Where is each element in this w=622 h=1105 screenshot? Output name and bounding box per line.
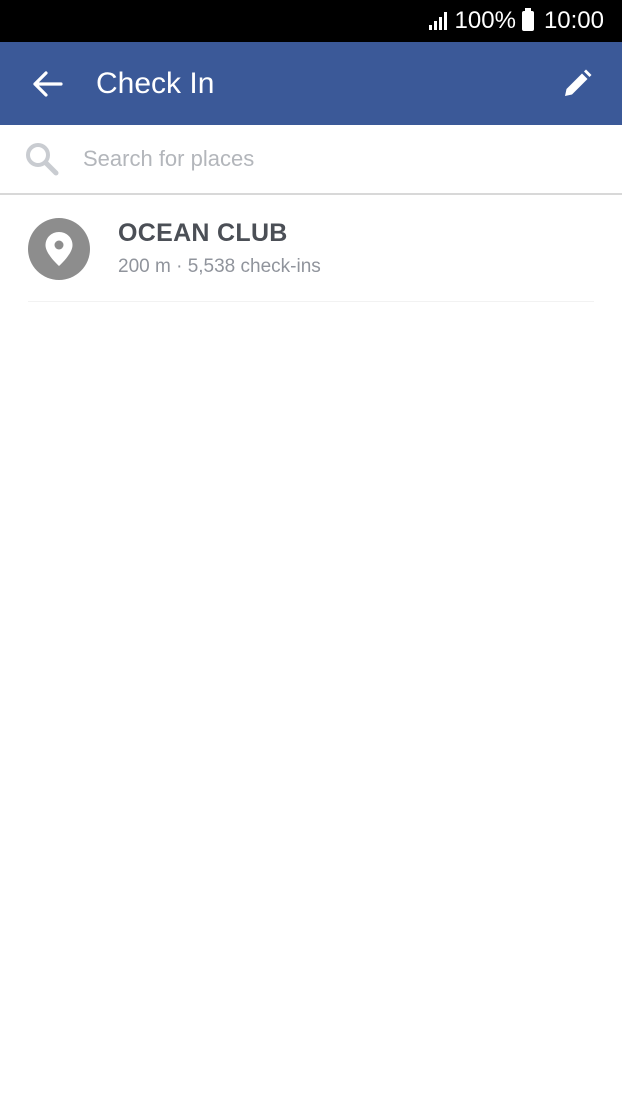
edit-button[interactable]	[532, 42, 622, 125]
place-meta: 200 m · 5,538 check-ins	[118, 256, 321, 277]
pencil-icon	[565, 69, 592, 96]
search-input[interactable]	[83, 139, 622, 179]
back-button[interactable]	[0, 42, 96, 125]
location-pin-icon	[28, 217, 90, 280]
signal-icon	[428, 12, 447, 30]
app-bar: Check In	[0, 42, 622, 125]
place-text: OCEAN CLUB 200 m · 5,538 check-ins	[118, 219, 321, 278]
search-bar	[0, 125, 622, 195]
battery-percentage: 100%	[454, 7, 516, 34]
page-title: Check In	[96, 66, 215, 100]
place-item-ocean-club[interactable]: OCEAN CLUB 200 m · 5,538 check-ins	[28, 196, 594, 302]
place-name: OCEAN CLUB	[118, 219, 288, 247]
battery-icon	[521, 8, 534, 31]
status-bar: 100% 10:00	[0, 0, 622, 42]
arrow-left-icon	[33, 70, 63, 97]
search-icon	[0, 124, 83, 194]
clock: 10:00	[543, 7, 604, 34]
